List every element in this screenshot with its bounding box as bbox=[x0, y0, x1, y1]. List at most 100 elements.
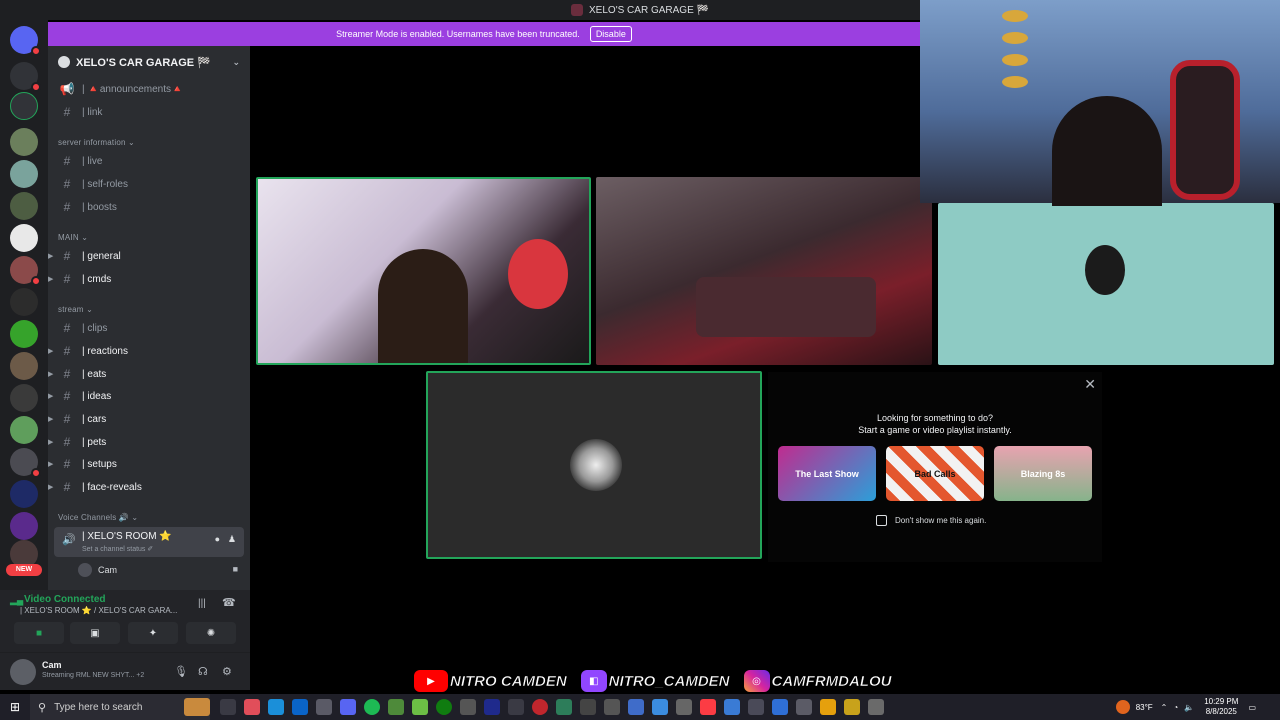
server-icon[interactable] bbox=[10, 128, 38, 156]
server-icon[interactable] bbox=[10, 224, 38, 252]
voice-connection-location[interactable]: | XELO'S ROOM ⭐ / XELO'S CAR GARA... bbox=[20, 606, 177, 615]
server-icon[interactable] bbox=[10, 416, 38, 444]
microphone-icon[interactable]: 🎙 bbox=[174, 665, 188, 678]
clock[interactable]: 10:29 PM 8/8/2025 bbox=[1204, 697, 1238, 717]
direct-messages-icon[interactable] bbox=[10, 26, 41, 56]
channel-eats[interactable]: ▶ # | eats bbox=[48, 364, 244, 384]
channel-face-reveals[interactable]: ▶ # | face-reveals bbox=[48, 477, 244, 497]
server-icon[interactable] bbox=[10, 256, 41, 286]
volume-icon[interactable]: 🔈 bbox=[1184, 703, 1194, 712]
notifications-icon[interactable]: ▭ bbox=[1248, 703, 1256, 712]
channel-reactions[interactable]: ▶ # | reactions bbox=[48, 341, 244, 361]
channel-self-roles[interactable]: # | self-roles bbox=[54, 174, 244, 194]
server-header[interactable]: XELO'S CAR GARAGE 🏁 ⌄ bbox=[48, 46, 250, 78]
app-icon[interactable] bbox=[676, 699, 692, 715]
task-view-icon[interactable] bbox=[220, 699, 236, 715]
minecraft-icon[interactable] bbox=[412, 699, 428, 715]
channel-setups[interactable]: ▶ # | setups bbox=[48, 454, 244, 474]
gear-icon[interactable]: ⚙ bbox=[222, 665, 232, 678]
category-main[interactable]: MAIN ⌄ bbox=[58, 233, 88, 242]
game-card-blazing-8s[interactable]: Blazing 8s bbox=[994, 446, 1092, 501]
voice-channel-xelos-room[interactable]: 🔊 | XELO'S ROOM ⭐ Set a channel status ✐… bbox=[54, 527, 244, 557]
app-icon[interactable] bbox=[868, 699, 884, 715]
channel-pets[interactable]: ▶ # | pets bbox=[48, 432, 244, 452]
activity-button[interactable]: ✦ bbox=[128, 622, 178, 644]
video-tile-camera-off-speaking[interactable] bbox=[426, 371, 762, 559]
windows-start-icon[interactable]: ⊞ bbox=[0, 700, 30, 714]
signal-icon[interactable]: ▂▄ bbox=[10, 595, 23, 606]
close-icon[interactable]: ✕ bbox=[1084, 376, 1096, 393]
add-member-icon[interactable]: ♟ bbox=[228, 534, 236, 545]
server-icon[interactable] bbox=[10, 160, 38, 188]
taskbar-search[interactable]: ⚲ Type here to search bbox=[30, 694, 210, 720]
channel-link[interactable]: # | link bbox=[54, 102, 244, 122]
weather-icon[interactable] bbox=[1115, 700, 1130, 714]
disable-button[interactable]: Disable bbox=[589, 26, 632, 42]
app-icon[interactable] bbox=[604, 699, 620, 715]
screen-share-button[interactable]: ▣ bbox=[70, 622, 120, 644]
channel-cmds[interactable]: ▶ # | cmds bbox=[48, 269, 244, 289]
video-tile-speaking[interactable] bbox=[256, 177, 591, 365]
video-tile[interactable] bbox=[596, 177, 932, 365]
game-card-last-show[interactable]: The Last Show bbox=[778, 446, 876, 501]
app-icon[interactable] bbox=[748, 699, 764, 715]
music-icon[interactable] bbox=[700, 699, 716, 715]
outlook-icon[interactable] bbox=[292, 699, 308, 715]
video-tile-camera-off[interactable] bbox=[938, 203, 1274, 365]
app-icon[interactable] bbox=[772, 699, 788, 715]
server-icon[interactable] bbox=[10, 448, 41, 478]
channel-live[interactable]: # | live bbox=[54, 151, 244, 171]
headphones-icon[interactable]: ☊ bbox=[198, 665, 208, 678]
app-icon[interactable] bbox=[316, 699, 332, 715]
game-card-bad-calls[interactable]: Bad Calls bbox=[886, 446, 984, 501]
app-icon[interactable] bbox=[556, 699, 572, 715]
channel-ideas[interactable]: ▶ # | ideas bbox=[48, 386, 244, 406]
app-icon[interactable] bbox=[484, 699, 500, 715]
channel-announcements[interactable]: 📢 | 🔺announcements🔺 bbox=[54, 79, 244, 99]
server-icon[interactable] bbox=[10, 62, 41, 92]
spotify-icon[interactable] bbox=[364, 699, 380, 715]
channel-clips[interactable]: # | clips bbox=[54, 318, 244, 338]
app-icon[interactable] bbox=[796, 699, 812, 715]
app-icon[interactable] bbox=[532, 699, 548, 715]
chevron-up-icon[interactable]: ⌃ bbox=[1161, 703, 1168, 712]
app-icon[interactable] bbox=[244, 699, 260, 715]
app-icon[interactable] bbox=[388, 699, 404, 715]
voice-member-cam[interactable]: Cam bbox=[78, 562, 117, 578]
app-icon[interactable] bbox=[628, 699, 644, 715]
server-icon[interactable] bbox=[10, 192, 38, 220]
camera-button[interactable]: ■ bbox=[14, 622, 64, 644]
app-icon[interactable] bbox=[652, 699, 668, 715]
app-icon[interactable] bbox=[820, 699, 836, 715]
channel-cars[interactable]: ▶ # | cars bbox=[48, 409, 244, 429]
soundboard-button[interactable]: ✺ bbox=[186, 622, 236, 644]
xbox-icon[interactable] bbox=[436, 699, 452, 715]
channel-general[interactable]: ▶ # | general bbox=[48, 246, 244, 266]
server-icon[interactable] bbox=[10, 352, 38, 380]
server-icon[interactable] bbox=[10, 288, 38, 316]
app-icon[interactable] bbox=[724, 699, 740, 715]
server-icon[interactable] bbox=[10, 480, 38, 508]
temperature[interactable]: 83°F bbox=[1136, 703, 1153, 712]
avatar[interactable] bbox=[10, 659, 36, 685]
disconnect-icon[interactable]: ☎ bbox=[222, 596, 236, 609]
voice-channel-status[interactable]: Set a channel status ✐ bbox=[82, 545, 153, 553]
app-icon[interactable] bbox=[508, 699, 524, 715]
chat-bubble-icon[interactable]: ● bbox=[215, 534, 220, 544]
dont-show-again-checkbox[interactable] bbox=[876, 515, 887, 526]
category-server-information[interactable]: server information ⌄ bbox=[58, 138, 135, 147]
server-icon[interactable] bbox=[10, 512, 38, 540]
edge-icon[interactable] bbox=[268, 699, 284, 715]
dont-show-again-row[interactable]: Don't show me this again. bbox=[876, 515, 986, 526]
server-icon[interactable] bbox=[10, 384, 38, 412]
app-icon[interactable] bbox=[844, 699, 860, 715]
category-stream[interactable]: stream ⌄ bbox=[58, 305, 93, 314]
noise-suppression-icon[interactable]: ||| bbox=[198, 598, 206, 609]
discord-icon[interactable] bbox=[340, 699, 356, 715]
server-icon[interactable] bbox=[10, 320, 38, 348]
channel-boosts[interactable]: # | boosts bbox=[54, 197, 244, 217]
app-icon[interactable] bbox=[460, 699, 476, 715]
app-icon[interactable] bbox=[580, 699, 596, 715]
category-voice-channels[interactable]: Voice Channels 🔊 ⌄ bbox=[58, 513, 138, 522]
wifi-icon[interactable]: ◔ bbox=[1173, 703, 1178, 712]
